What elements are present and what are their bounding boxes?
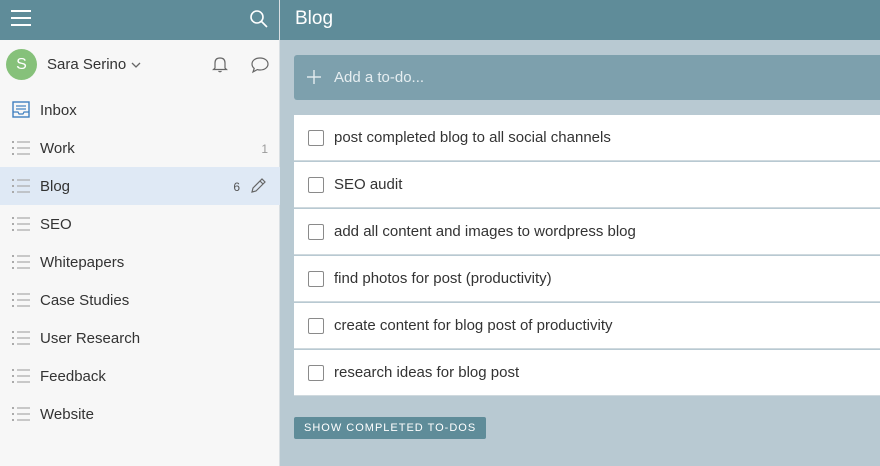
comment-icon[interactable] [250, 56, 270, 74]
item-count: 6 [233, 180, 240, 194]
todo-text[interactable]: create content for blog post of producti… [334, 317, 613, 334]
todo-checkbox[interactable] [308, 365, 324, 381]
todo-checkbox[interactable] [308, 177, 324, 193]
todo-checkbox[interactable] [308, 318, 324, 334]
list-icon [12, 369, 30, 383]
todo-item[interactable]: find photos for post (productivity) [294, 256, 880, 302]
todo-checkbox[interactable] [308, 224, 324, 240]
todo-item[interactable]: create content for blog post of producti… [294, 303, 880, 349]
user-name[interactable]: Sara Serino [47, 56, 126, 73]
todo-text[interactable]: post completed blog to all social channe… [334, 129, 611, 146]
sidebar-item-user-research[interactable]: User Research [0, 319, 280, 357]
todo-item[interactable]: SEO audit [294, 162, 880, 208]
hamburger-menu-icon[interactable] [11, 10, 31, 26]
todo-item[interactable]: add all content and images to wordpress … [294, 209, 880, 255]
pencil-icon[interactable] [249, 177, 267, 195]
list-icon [12, 255, 30, 269]
main-panel: Blog Add a to-do... post completed blog … [280, 0, 880, 466]
sidebar-item-seo[interactable]: SEO [0, 205, 280, 243]
sidebar: S Sara Serino Inbox Work 1 Blog 6 SEO Wh… [0, 0, 280, 466]
todo-item[interactable]: research ideas for blog post [294, 350, 880, 396]
sidebar-item-label: Case Studies [40, 292, 130, 309]
search-icon[interactable] [249, 9, 269, 29]
page-title: Blog [295, 8, 334, 29]
todo-checkbox[interactable] [308, 271, 324, 287]
user-menu[interactable]: S Sara Serino [0, 40, 279, 90]
avatar[interactable]: S [6, 49, 37, 80]
todo-text[interactable]: research ideas for blog post [334, 364, 519, 381]
list-icon [12, 179, 30, 193]
add-todo-placeholder[interactable]: Add a to-do... [334, 69, 424, 86]
plus-icon[interactable] [306, 69, 322, 85]
todo-item[interactable]: post completed blog to all social channe… [294, 115, 880, 161]
sidebar-item-label: Inbox [40, 102, 77, 119]
sidebar-item-label: Whitepapers [40, 254, 125, 271]
todo-checkbox[interactable] [308, 130, 324, 146]
sidebar-item-work[interactable]: Work 1 [0, 129, 280, 167]
item-count: 1 [261, 142, 268, 156]
sidebar-item-inbox[interactable]: Inbox [0, 91, 280, 129]
sidebar-item-label: SEO [40, 216, 72, 233]
list-icon [12, 407, 30, 421]
sidebar-item-label: Work [40, 140, 75, 157]
bell-icon[interactable] [211, 55, 229, 73]
inbox-icon [12, 101, 30, 118]
sidebar-item-label: User Research [40, 330, 141, 347]
list-icon [12, 331, 30, 345]
show-completed-button[interactable]: SHOW COMPLETED TO-DOS [294, 417, 487, 439]
sidebar-item-label: Feedback [40, 368, 106, 385]
sidebar-header [0, 0, 279, 40]
add-todo-input[interactable]: Add a to-do... [294, 55, 880, 100]
todo-text[interactable]: SEO audit [334, 176, 402, 193]
todo-list: post completed blog to all social channe… [294, 115, 880, 397]
sidebar-item-label: Blog [40, 178, 71, 195]
sidebar-item-case-studies[interactable]: Case Studies [0, 281, 280, 319]
sidebar-item-blog[interactable]: Blog 6 [0, 167, 280, 205]
sidebar-item-feedback[interactable]: Feedback [0, 357, 280, 395]
main-header: Blog [280, 0, 880, 40]
todo-text[interactable]: add all content and images to wordpress … [334, 223, 636, 240]
list-icon [12, 217, 30, 231]
todo-text[interactable]: find photos for post (productivity) [334, 270, 552, 287]
sidebar-item-website[interactable]: Website [0, 395, 280, 433]
chevron-down-icon[interactable] [131, 61, 141, 69]
list-icon [12, 141, 30, 155]
sidebar-item-whitepapers[interactable]: Whitepapers [0, 243, 280, 281]
sidebar-item-label: Website [40, 406, 94, 423]
list-icon [12, 293, 30, 307]
